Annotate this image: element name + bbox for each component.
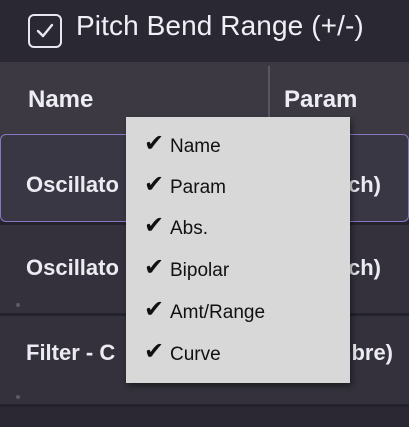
menu-item-amt-range[interactable]: ✔ Amt/Range (126, 293, 350, 331)
pitch-bend-checkbox[interactable] (28, 14, 62, 48)
menu-item-param[interactable]: ✔ Param (126, 168, 350, 206)
menu-item-label: Bipolar (170, 260, 230, 281)
menu-item-curve[interactable]: ✔ Curve (126, 335, 350, 373)
row-name-cell: Filter - C (26, 340, 116, 365)
check-icon: ✔ (144, 337, 165, 365)
row-dot (16, 303, 20, 307)
menu-item-label: Abs. (170, 218, 209, 239)
row-name-cell: Oscillato (26, 255, 119, 280)
row-param-cell: ch) (348, 255, 381, 280)
menu-item-label: Param (170, 177, 226, 198)
mod-matrix-panel: Pitch Bend Range (+/-) Name Param Oscill… (0, 0, 409, 427)
column-visibility-menu: ✔ Name ✔ Param ✔ Abs. ✔ Bipolar ✔ Amt/Ra… (126, 117, 350, 383)
pitch-bend-label: Pitch Bend Range (+/-) (76, 10, 364, 41)
check-icon: ✔ (144, 295, 165, 323)
menu-item-label: Name (170, 136, 221, 157)
menu-item-name[interactable]: ✔ Name (126, 127, 350, 165)
title-bar: Pitch Bend Range (+/-) (0, 0, 409, 58)
row-dot (16, 395, 20, 399)
column-header-name[interactable]: Name (28, 86, 93, 114)
row-name-cell: Oscillato (26, 172, 119, 197)
check-icon: ✔ (144, 129, 165, 157)
check-icon: ✔ (144, 170, 165, 198)
menu-item-label: Amt/Range (170, 302, 266, 323)
column-header-param[interactable]: Param (284, 86, 357, 114)
row-param-cell: ch) (348, 172, 381, 197)
menu-item-abs[interactable]: ✔ Abs. (126, 209, 350, 247)
check-icon: ✔ (144, 211, 165, 239)
menu-item-label: Curve (170, 344, 221, 365)
check-icon: ✔ (144, 253, 165, 281)
checkmark-icon (36, 23, 54, 38)
menu-item-bipolar[interactable]: ✔ Bipolar (126, 251, 350, 289)
row-divider (0, 404, 409, 407)
